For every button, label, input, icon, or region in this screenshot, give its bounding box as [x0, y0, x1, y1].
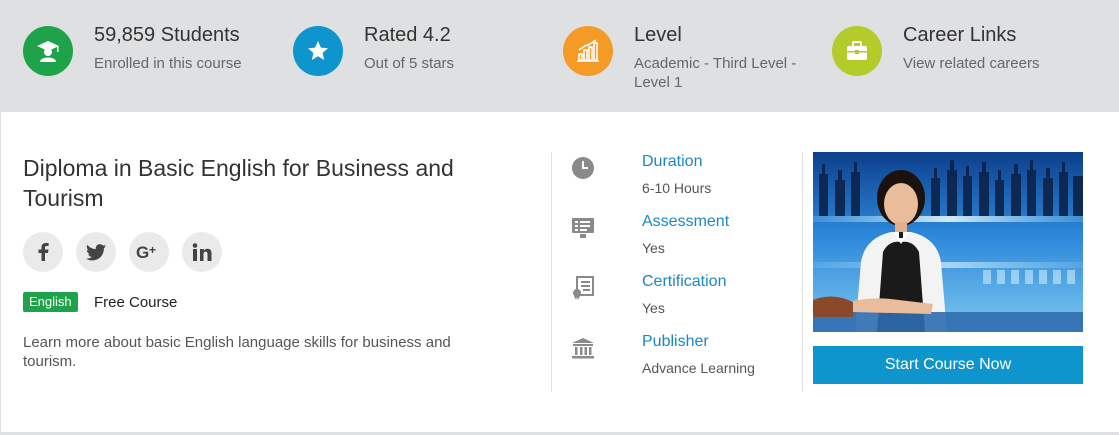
detail-label[interactable]: Certification: [642, 273, 726, 291]
course-description: Learn more about basic English language …: [23, 334, 451, 370]
social-share-buttons: G +: [23, 232, 222, 272]
detail-label[interactable]: Duration: [642, 153, 702, 171]
price-label: Free Course: [94, 294, 178, 311]
institution-icon: [570, 335, 596, 361]
certificate-icon: [570, 275, 596, 301]
stat-subtitle: View related careers: [903, 55, 1040, 72]
linkedin-icon[interactable]: [182, 232, 222, 272]
svg-text:G: G: [136, 244, 149, 260]
detail-value: 6-10 Hours: [642, 180, 712, 196]
clock-icon: [570, 155, 596, 181]
language-badge: English: [23, 292, 78, 312]
detail-value: Yes: [642, 240, 665, 256]
stat-title: Level: [634, 24, 682, 46]
checklist-icon: [570, 215, 596, 241]
stat-subtitle: Academic - Third Level - Level 1: [634, 55, 797, 91]
bar-chart-icon: [563, 26, 613, 76]
detail-label[interactable]: Publisher: [642, 333, 709, 351]
facebook-icon[interactable]: [23, 232, 63, 272]
graduate-icon: [23, 26, 73, 76]
column-divider: [551, 152, 552, 392]
stat-title: 59,859 Students: [94, 24, 240, 46]
twitter-icon[interactable]: [76, 232, 116, 272]
course-image: [813, 152, 1083, 332]
stat-title: Career Links: [903, 24, 1017, 46]
start-course-button[interactable]: Start Course Now: [813, 346, 1083, 384]
stat-subtitle: Out of 5 stars: [364, 55, 455, 72]
detail-label[interactable]: Assessment: [642, 213, 729, 231]
svg-text:+: +: [149, 244, 156, 257]
column-divider: [802, 152, 803, 392]
stat-subtitle: Enrolled in this course: [94, 55, 242, 72]
briefcase-icon: [832, 26, 882, 76]
detail-value: Yes: [642, 300, 665, 316]
course-title: Diploma in Basic English for Business an…: [23, 155, 454, 211]
google-plus-icon[interactable]: G +: [129, 232, 169, 272]
detail-value: Advance Learning: [642, 360, 755, 376]
course-stats-bar: 59,859 Students Enrolled in this course …: [1, 0, 1119, 112]
stat-title: Rated 4.2: [364, 24, 451, 46]
star-icon: [293, 26, 343, 76]
